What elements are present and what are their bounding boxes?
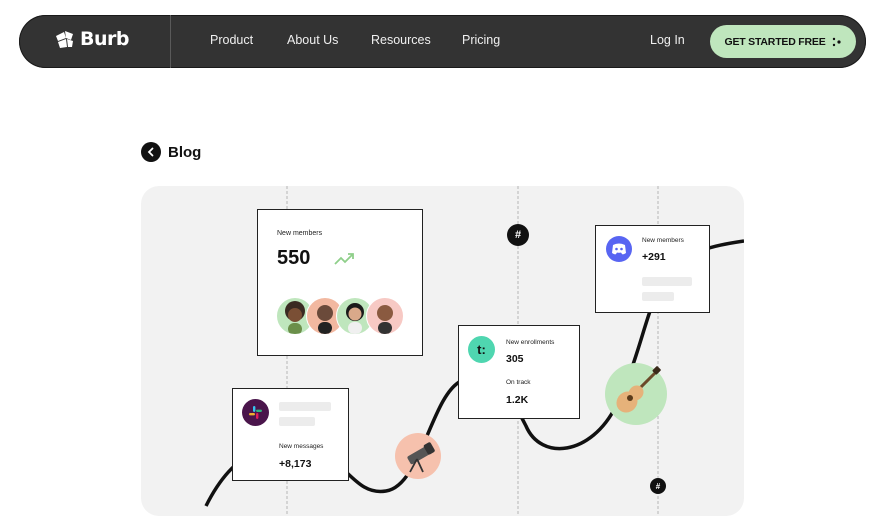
placeholder-bar [279, 417, 315, 426]
hero-illustration: # # New members 550 New members +291 t: [141, 186, 744, 516]
new-enrollments-card: t: New enrollments 305 On track 1.2K [458, 325, 580, 419]
discord-icon [606, 236, 632, 262]
cta-dots-icon [832, 37, 841, 46]
placeholder-bar [642, 277, 692, 286]
nav-link-resources[interactable]: Resources [371, 33, 431, 47]
nav-divider [170, 15, 171, 68]
hash-icon: # [650, 478, 666, 494]
burb-logo-icon [56, 31, 73, 48]
messages-value: +8,173 [279, 458, 312, 470]
login-link[interactable]: Log In [650, 33, 685, 47]
enrollments-label: New enrollments [506, 339, 555, 346]
avatar [366, 297, 404, 335]
brand-logo[interactable]: Burb [54, 28, 129, 50]
placeholder-bar [279, 402, 331, 411]
messages-label: New messages [279, 443, 324, 450]
members-label: New members [277, 230, 323, 237]
discord-members-card: New members +291 [595, 225, 710, 313]
members-value: 550 [277, 247, 311, 269]
discord-label: New members [642, 237, 684, 244]
nav-link-pricing[interactable]: Pricing [462, 33, 500, 47]
on-track-value: 1.2K [506, 394, 529, 406]
get-started-label: GET STARTED FREE [724, 35, 826, 48]
guitar-icon [605, 363, 667, 425]
slack-icon [242, 399, 269, 426]
new-messages-card: New messages +8,173 [232, 388, 349, 481]
top-nav: Burb Product About Us Resources Pricing … [19, 15, 866, 68]
brand-name: Burb [80, 28, 129, 50]
teachable-icon: t: [468, 336, 495, 363]
back-label: Blog [168, 143, 202, 161]
hash-icon: # [507, 224, 529, 246]
placeholder-bar [642, 292, 674, 301]
nav-link-product[interactable]: Product [210, 33, 253, 47]
new-members-card: New members 550 [257, 209, 423, 356]
chevron-left-icon [141, 142, 161, 162]
back-to-blog-link[interactable]: Blog [141, 142, 201, 162]
discord-value: +291 [642, 251, 666, 263]
telescope-icon [395, 433, 441, 479]
get-started-button[interactable]: GET STARTED FREE [710, 25, 856, 58]
on-track-label: On track [506, 379, 531, 386]
enrollments-value: 305 [506, 353, 524, 365]
nav-link-about-us[interactable]: About Us [287, 33, 338, 47]
trend-up-icon [334, 253, 354, 265]
